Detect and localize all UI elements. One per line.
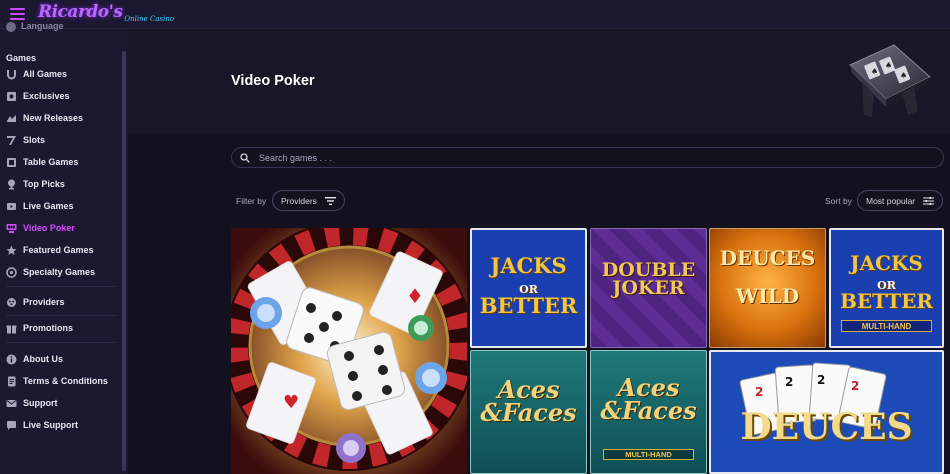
sidebar-item-support[interactable]: Support — [6, 395, 118, 411]
search-input[interactable] — [259, 152, 909, 163]
new-icon — [6, 113, 17, 124]
game-tile-aces-and-faces-multi-hand[interactable]: Aces &Faces MULTI-HAND — [590, 350, 707, 474]
svg-text:2: 2 — [785, 375, 793, 389]
sidebar-item-terms[interactable]: Terms & Conditions — [6, 373, 118, 389]
sidebar-item-about-us[interactable]: About Us — [6, 351, 118, 367]
sort-dropdown[interactable]: Most popular — [857, 190, 944, 211]
envelope-icon — [6, 398, 17, 409]
sidebar-divider — [6, 286, 116, 287]
sidebar-item-specialty-games[interactable]: Specialty Games — [6, 264, 118, 280]
svg-text:2: 2 — [851, 379, 859, 393]
video-poker-icon — [6, 223, 17, 234]
sidebar-item-top-picks[interactable]: Top Picks — [6, 176, 118, 192]
multi-hand-banner: MULTI-HAND — [603, 449, 694, 460]
logo-text: Ricardo's — [38, 2, 123, 22]
sidebar-item-providers[interactable]: Providers — [6, 294, 118, 310]
sidebar-item-all-games[interactable]: All Games — [6, 66, 118, 82]
game-tile-deuces-wild-large[interactable]: 2 2 2 2 DEUCES — [709, 350, 944, 474]
gift-icon — [6, 323, 17, 334]
svg-text:2: 2 — [817, 373, 825, 387]
sidebar-item-table-games[interactable]: Table Games — [6, 154, 118, 170]
scrollbar-thumb[interactable] — [122, 51, 126, 471]
game-tile-deuces-wild[interactable]: DEUCES WILD — [709, 228, 826, 348]
svg-text:♦: ♦ — [406, 284, 424, 308]
featured-icon — [6, 245, 17, 256]
sidebar-item-exclusives[interactable]: Exclusives — [6, 88, 118, 104]
game-title: Aces &Faces — [600, 373, 697, 425]
sidebar-item-new-releases[interactable]: New Releases — [6, 110, 118, 126]
sidebar-item-live-support[interactable]: Live Support — [6, 417, 118, 433]
sidebar-item-featured-games[interactable]: Featured Games — [6, 242, 118, 258]
sidebar-scrollbar[interactable] — [122, 51, 126, 471]
chat-icon — [6, 420, 17, 431]
providers-icon — [6, 297, 17, 308]
specialty-icon — [6, 266, 17, 278]
filter-icon — [324, 196, 336, 205]
video-poker-machine-icon: ♠ ♠ ♠ — [849, 44, 931, 117]
game-title: DOUBLE JOKER — [601, 259, 696, 300]
game-tile-featured[interactable]: ♦ ♥ — [231, 228, 467, 474]
sliders-icon — [923, 196, 935, 205]
game-title: JACKS OR BETTER — [479, 253, 578, 318]
game-tile-aces-and-faces[interactable]: Aces &Faces — [470, 350, 587, 474]
sidebar: Language Games All Games Exclusives New … — [0, 21, 128, 474]
menu-icon[interactable] — [10, 7, 25, 21]
trophy-icon — [6, 179, 17, 190]
globe-icon — [6, 21, 16, 32]
multi-hand-banner: MULTI-HAND — [841, 320, 932, 332]
svg-text:2: 2 — [755, 385, 763, 399]
game-title: JACKS OR BETTER — [839, 251, 934, 313]
sidebar-item-slots[interactable]: Slots — [6, 132, 118, 148]
filter-label: Filter by — [236, 196, 267, 206]
svg-text:♠: ♠ — [900, 71, 907, 80]
horseshoe-icon — [6, 69, 17, 80]
game-title: DEUCES WILD — [719, 246, 816, 308]
seven-icon — [6, 135, 17, 146]
svg-text:♠: ♠ — [871, 67, 878, 76]
svg-text:♠: ♠ — [885, 61, 892, 70]
search-bar[interactable] — [231, 147, 944, 168]
game-tile-jacks-or-better[interactable]: JACKS OR BETTER — [470, 228, 587, 348]
sidebar-section-games: Games — [6, 53, 37, 63]
game-title: DEUCES — [740, 406, 913, 448]
game-tile-double-joker[interactable]: DOUBLE JOKER — [590, 228, 707, 348]
game-tile-jacks-or-better-multi-hand[interactable]: JACKS OR BETTER MULTI-HAND — [829, 228, 944, 348]
category-header: Video Poker ♠ ♠ ♠ — [128, 29, 950, 133]
info-icon — [6, 354, 17, 365]
document-icon — [6, 376, 17, 387]
sidebar-item-video-poker[interactable]: Video Poker — [6, 220, 118, 236]
search-icon — [240, 152, 250, 163]
live-icon — [6, 201, 17, 212]
sidebar-divider — [6, 315, 116, 316]
page-title: Video Poker — [231, 73, 315, 89]
roulette-dice-artwork: ♦ ♥ — [231, 228, 467, 474]
game-title: Aces &Faces — [480, 375, 577, 427]
svg-text:♥: ♥ — [283, 392, 299, 413]
top-bar: Ricardo's Online Casino — [0, 0, 950, 29]
exclusive-icon — [6, 91, 17, 102]
sort-label: Sort by — [825, 196, 852, 206]
sidebar-divider — [6, 342, 116, 343]
sidebar-item-promotions[interactable]: Promotions — [6, 320, 118, 336]
sidebar-item-language[interactable]: Language — [6, 21, 64, 32]
sidebar-item-live-games[interactable]: Live Games — [6, 198, 118, 214]
cards-icon — [6, 157, 17, 168]
providers-filter-button[interactable]: Providers — [272, 190, 345, 211]
logo-subtext: Online Casino — [124, 15, 175, 23]
